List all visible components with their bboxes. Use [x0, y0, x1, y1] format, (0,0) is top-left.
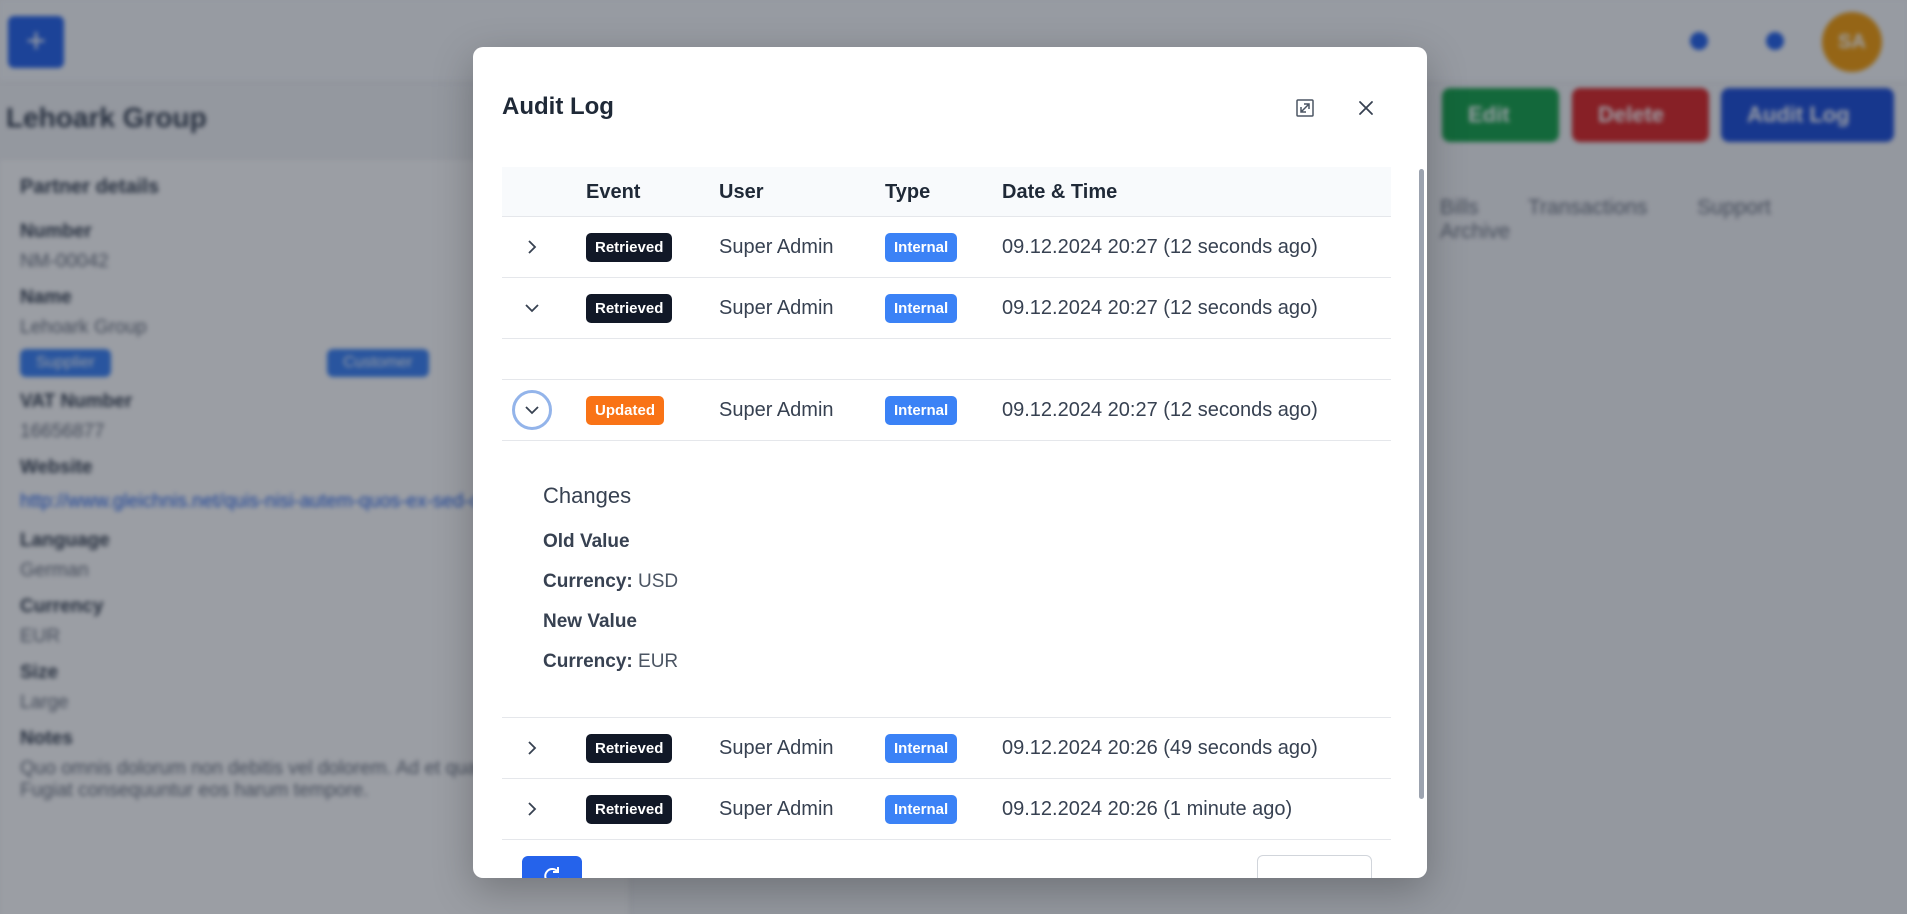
changes-title: Changes	[543, 483, 632, 508]
expand-row-button[interactable]	[512, 728, 552, 768]
event-cell: Retrieved	[586, 779, 673, 839]
new-value-field: Currency:	[543, 651, 633, 672]
chevron-down-icon	[525, 406, 539, 415]
scrollbar[interactable]	[1419, 169, 1424, 799]
new-value-label: New Value	[543, 611, 637, 632]
datetime-cell: 09.12.2024 20:26 (1 minute ago)	[1002, 797, 1293, 820]
modal-title: Audit Log	[502, 93, 614, 120]
refresh-icon	[544, 867, 559, 878]
event-badge: Retrieved	[586, 794, 673, 824]
event-badge: Updated	[586, 395, 664, 425]
collapse-row-button[interactable]	[512, 390, 552, 430]
type-badge: Internal	[885, 395, 958, 425]
old-value: USD	[638, 571, 679, 592]
event-cell: Retrieved	[586, 278, 673, 338]
expand-button[interactable]	[1288, 91, 1322, 125]
table-row[interactable]: Retrieved Super Admin Internal 09.12.202…	[502, 779, 1391, 840]
chevron-down-icon	[525, 304, 539, 313]
type-badge: Internal	[885, 794, 958, 824]
datetime-cell: 09.12.2024 20:27 (12 seconds ago)	[1002, 235, 1318, 258]
chevron-right-icon	[528, 741, 537, 755]
datetime-cell: 09.12.2024 20:26 (49 seconds ago)	[1002, 736, 1318, 759]
column-type: Type	[885, 181, 931, 203]
column-user: User	[719, 181, 764, 203]
audit-log-modal: Audit Log Event User Type Date & Time Re…	[473, 47, 1427, 878]
event-badge: Retrieved	[586, 733, 673, 763]
event-cell: Retrieved	[586, 718, 673, 778]
table-header: Event User Type Date & Time	[502, 167, 1391, 217]
expand-row-button[interactable]	[512, 227, 552, 267]
old-value-label: Old Value	[543, 531, 630, 552]
type-badge: Internal	[885, 293, 958, 323]
type-cell: Internal	[885, 718, 958, 778]
event-cell: Retrieved	[586, 217, 673, 277]
collapse-row-button[interactable]	[512, 288, 552, 328]
table-row[interactable]: Retrieved Super Admin Internal 09.12.202…	[502, 278, 1391, 339]
type-cell: Internal	[885, 779, 958, 839]
close-button[interactable]	[1349, 91, 1383, 125]
table-row[interactable]: Retrieved Super Admin Internal 09.12.202…	[502, 718, 1391, 779]
type-cell: Internal	[885, 217, 958, 277]
close-icon	[1359, 101, 1373, 115]
chevron-right-icon	[528, 240, 537, 254]
secondary-button[interactable]	[1257, 855, 1372, 878]
new-value: EUR	[638, 651, 679, 672]
user-cell: Super Admin	[719, 797, 834, 820]
datetime-cell: 09.12.2024 20:27 (12 seconds ago)	[1002, 296, 1318, 319]
expand-row-button[interactable]	[512, 789, 552, 829]
old-value-field: Currency:	[543, 571, 633, 592]
type-badge: Internal	[885, 232, 958, 262]
type-badge: Internal	[885, 733, 958, 763]
table-row[interactable]: Updated Super Admin Internal 09.12.2024 …	[502, 380, 1391, 441]
table-row[interactable]: Retrieved Super Admin Internal 09.12.202…	[502, 217, 1391, 278]
event-badge: Retrieved	[586, 232, 673, 262]
type-cell: Internal	[885, 380, 958, 440]
modal-header: Audit Log	[473, 47, 1427, 165]
old-value-line: Currency: USD	[543, 571, 678, 593]
user-cell: Super Admin	[719, 296, 834, 319]
event-cell: Updated	[586, 380, 664, 440]
user-cell: Super Admin	[719, 235, 834, 258]
chevron-right-icon	[528, 802, 537, 816]
new-value-line: Currency: EUR	[543, 651, 678, 673]
user-cell: Super Admin	[719, 736, 834, 759]
column-event: Event	[586, 181, 641, 203]
datetime-cell: 09.12.2024 20:27 (12 seconds ago)	[1002, 398, 1318, 421]
refresh-button[interactable]	[522, 856, 582, 878]
row-details: Changes Old Value Currency: USD New Valu…	[502, 441, 1391, 718]
column-datetime: Date & Time	[1002, 181, 1118, 203]
event-badge: Retrieved	[586, 293, 673, 323]
user-cell: Super Admin	[719, 398, 834, 421]
type-cell: Internal	[885, 278, 958, 338]
expand-icon	[1296, 99, 1314, 117]
row-details-empty	[502, 339, 1391, 380]
audit-table: Event User Type Date & Time Retrieved Su…	[502, 167, 1391, 840]
